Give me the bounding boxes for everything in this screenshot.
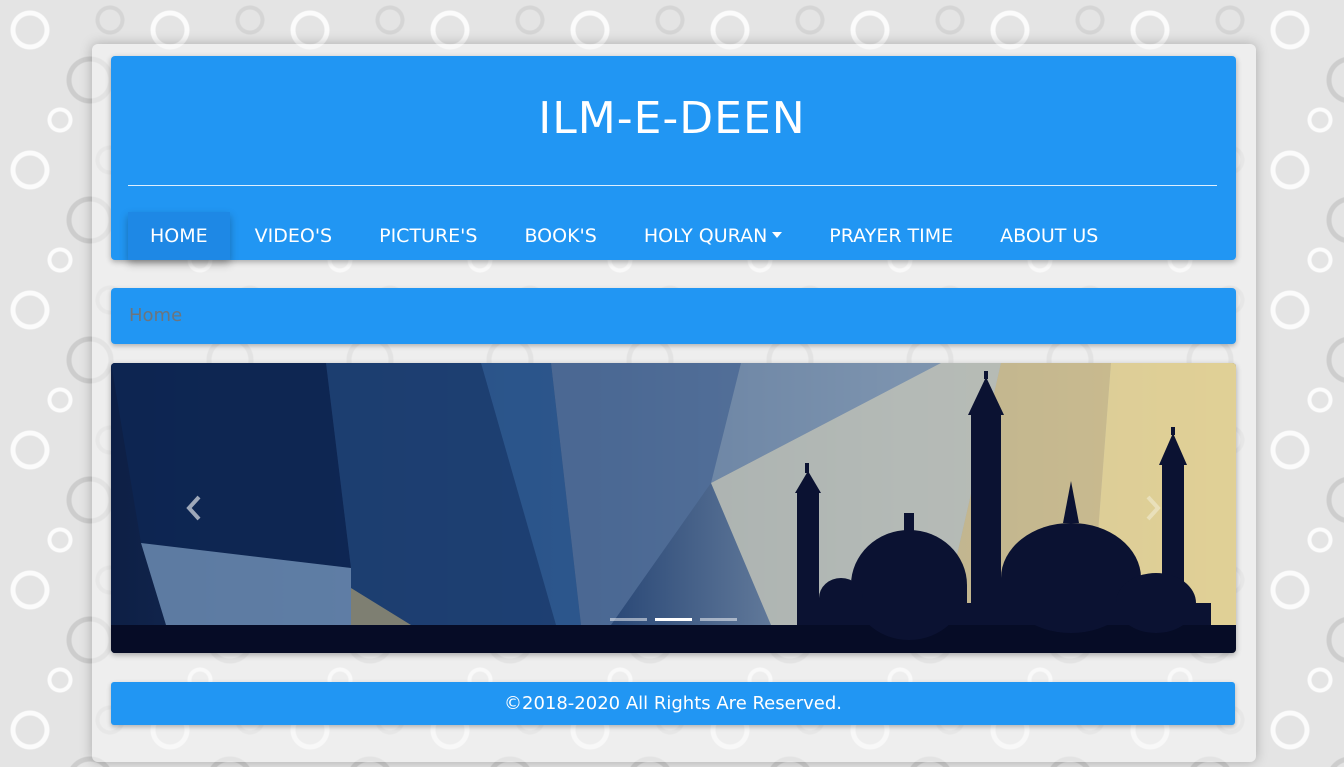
carousel-indicator[interactable] — [610, 618, 647, 621]
header-divider — [128, 185, 1217, 186]
main-nav: HOME VIDEO'S PICTURE'S BOOK'S HOLY QURAN… — [128, 212, 1123, 260]
nav-item-label: HOLY QURAN — [643, 225, 768, 247]
nav-item-holy-quran[interactable]: HOLY QURAN — [622, 212, 804, 260]
carousel-indicator-active[interactable] — [655, 618, 692, 621]
carousel-next-button[interactable] — [1108, 363, 1198, 653]
nav-item-label: VIDEO'S — [254, 225, 333, 247]
nav-item-label: BOOK'S — [524, 225, 597, 247]
breadcrumb-item-home: Home — [129, 305, 183, 326]
nav-item-label: ABOUT US — [1000, 225, 1099, 247]
breadcrumb: Home — [111, 288, 1236, 344]
nav-item-label: HOME — [150, 225, 208, 247]
carousel-indicators — [111, 618, 1236, 621]
nav-item-videos[interactable]: VIDEO'S — [233, 212, 354, 260]
site-footer: ©2018-2020 All Rights Are Reserved. — [111, 682, 1235, 725]
nav-item-label: PRAYER TIME — [829, 225, 954, 247]
site-title: ILM-E-DEEN — [538, 93, 806, 144]
copyright-text: ©2018-2020 All Rights Are Reserved. — [504, 693, 842, 714]
nav-item-pictures[interactable]: PICTURE'S — [357, 212, 499, 260]
image-carousel — [111, 363, 1236, 653]
nav-item-home[interactable]: HOME — [128, 212, 230, 260]
nav-item-label: PICTURE'S — [379, 225, 478, 247]
carousel-indicator[interactable] — [700, 618, 737, 621]
nav-item-books[interactable]: BOOK'S — [502, 212, 618, 260]
nav-item-about-us[interactable]: ABOUT US — [978, 212, 1120, 260]
caret-down-icon — [772, 232, 783, 238]
chevron-right-icon — [1146, 495, 1161, 521]
nav-item-prayer-time[interactable]: PRAYER TIME — [807, 212, 975, 260]
carousel-slide-image — [111, 363, 1236, 653]
carousel-prev-button[interactable] — [149, 363, 239, 653]
chevron-left-icon — [186, 495, 201, 521]
